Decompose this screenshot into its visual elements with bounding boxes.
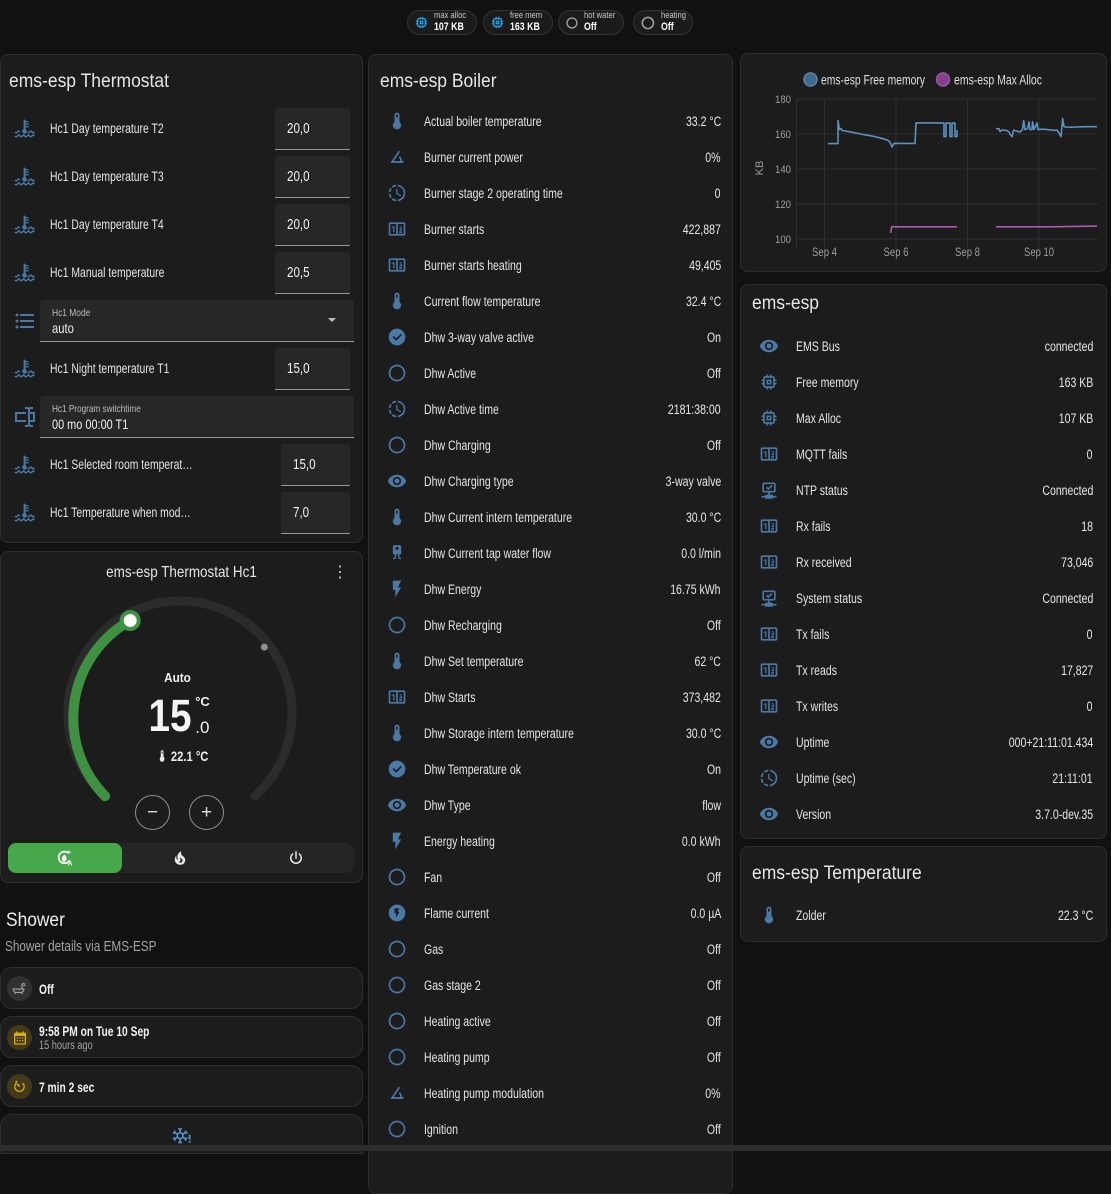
svg-text:Sep 10: Sep 10 (1024, 247, 1054, 259)
svg-text:140: 140 (775, 164, 791, 176)
svg-text:Sep 6: Sep 6 (884, 247, 909, 259)
svg-text:A: A (68, 861, 73, 868)
svg-text:180: 180 (775, 94, 791, 106)
svg-text:100: 100 (775, 234, 791, 246)
svg-text:160: 160 (775, 129, 791, 141)
svg-text:ems-esp Max Alloc: ems-esp Max Alloc (954, 73, 1042, 88)
svg-text:Sep 8: Sep 8 (955, 247, 980, 259)
svg-text:120: 120 (775, 199, 791, 211)
svg-text:Sep 4: Sep 4 (812, 247, 837, 259)
svg-text:KB: KB (754, 161, 766, 176)
svg-text:ems-esp Free memory: ems-esp Free memory (821, 73, 925, 88)
